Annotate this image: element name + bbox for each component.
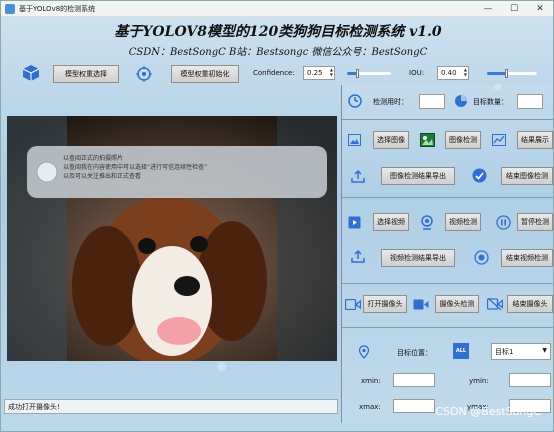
end-image-detect-button[interactable]: 结束图像检测 [501, 167, 553, 185]
detect-time-label: 检测用时： [373, 98, 408, 106]
status-message: 成功打开摄像头! [8, 402, 60, 411]
video-detect-button[interactable]: 视频检测 [445, 213, 481, 231]
ymin-field [509, 373, 551, 387]
iou-value: 0.40 [441, 69, 457, 77]
open-camera-button[interactable]: 打开摄像头 [363, 295, 407, 313]
end-camera-button[interactable]: 结束摄像头 [507, 295, 553, 313]
page-title: 基于YOLOV8模型的120类狗狗目标检测系统 v1.0 [114, 24, 442, 40]
slider-track [358, 72, 391, 75]
pie-chart-icon [453, 93, 469, 109]
title-bar: 基于YOLOv8的检测系统 — ☐ ✕ [1, 1, 553, 17]
overlay-line: 以查阅正式的拍摄照片 [63, 155, 124, 162]
camera-detect-button[interactable]: 摄像头检测 [435, 295, 479, 313]
target-count-field [517, 94, 543, 109]
xmin-label: xmin: [361, 377, 381, 385]
camera-icon [413, 297, 429, 311]
clock-icon [347, 93, 363, 109]
video-file-icon [347, 215, 361, 229]
confidence-spinbox[interactable]: 0.25 ▲ ▼ [303, 66, 335, 80]
slider-handle[interactable] [505, 69, 508, 78]
minimize-button[interactable]: — [475, 1, 501, 17]
camera-off-icon [487, 297, 503, 311]
status-bar: 成功打开摄像头! [4, 399, 338, 414]
overlay-line: 以及可以关注推出和正式查看 [63, 173, 142, 180]
xmin-field [393, 373, 435, 387]
window-controls: — ☐ ✕ [475, 1, 553, 17]
video-overlay-text: 以查阅正式的拍摄照片 以查阅我在内容使用中可以选择“进行可信连续性检查” 以及可… [63, 154, 207, 181]
webcam-icon [419, 214, 435, 230]
pause-detect-button[interactable]: 暂停检测 [517, 213, 553, 231]
slider-handle[interactable] [356, 69, 359, 78]
spin-arrows-icon[interactable]: ▲ ▼ [330, 67, 333, 77]
upload-icon [351, 249, 365, 263]
iou-label: IOU: [409, 69, 425, 77]
upload-icon [351, 169, 365, 183]
select-video-button[interactable]: 选择视频 [373, 213, 409, 231]
select-weights-button[interactable]: 模型权重选择 [53, 65, 119, 83]
xmax-field [393, 399, 435, 413]
divider [342, 119, 553, 120]
target-select-value: 目标1 [495, 347, 514, 356]
image-icon [347, 133, 361, 147]
confidence-value: 0.25 [307, 69, 323, 77]
iou-slider[interactable] [487, 69, 537, 78]
window-title: 基于YOLOv8的检测系统 [19, 4, 96, 13]
divider [342, 197, 553, 198]
chevron-down-icon[interactable]: ▼ [542, 347, 547, 354]
image-detect-icon [419, 132, 435, 148]
select-image-button[interactable]: 选择图像 [373, 131, 409, 149]
line-chart-icon [491, 132, 507, 148]
app-icon [5, 3, 15, 14]
stop-icon [473, 249, 489, 265]
image-detect-button[interactable]: 图像检测 [445, 131, 481, 149]
cube-icon[interactable] [21, 63, 41, 83]
spin-arrows-icon[interactable]: ▲ ▼ [464, 67, 467, 77]
close-button[interactable]: ✕ [527, 1, 553, 17]
export-image-results-button[interactable]: 图像检测结果导出 [381, 167, 455, 185]
confidence-label: Confidence: [253, 69, 295, 77]
detect-time-field [419, 94, 445, 109]
page-subtitle: CSDN：BestSongC B站：Bestsongc 微信公众号：BestSo… [128, 47, 428, 58]
target-position-label: 目标位置： [397, 349, 432, 357]
export-video-results-button[interactable]: 视频检测结果导出 [381, 249, 455, 267]
overlay-line: 以查阅我在内容使用中可以选择“进行可信连续性检查” [63, 164, 208, 171]
iou-spinbox[interactable]: 0.40 ▲ ▼ [437, 66, 469, 80]
target-select[interactable]: 目标1 ▼ [491, 343, 551, 360]
divider [342, 283, 553, 284]
maximize-button[interactable]: ☐ [501, 1, 527, 17]
target-icon[interactable] [135, 65, 153, 83]
confidence-slider[interactable] [347, 69, 391, 78]
target-count-label: 目标数量： [473, 98, 508, 106]
show-results-button[interactable]: 结果展示 [517, 131, 553, 149]
watermark: CSDN @BestSongC [435, 405, 541, 418]
ymin-label: ymin: [469, 377, 489, 385]
end-video-detect-button[interactable]: 结束视频检测 [501, 249, 553, 267]
init-weights-button[interactable]: 模型权重初始化 [171, 65, 239, 83]
location-pin-icon [357, 345, 371, 359]
pause-icon [495, 214, 511, 230]
slider-track [507, 72, 537, 75]
xmax-label: xmax: [359, 403, 381, 411]
camera-view: 以查阅正式的拍摄照片 以查阅我在内容使用中可以选择“进行可信连续性检查” 以及可… [7, 116, 337, 361]
all-icon: ALL [453, 343, 469, 359]
main-window: 基于YOLOv8的检测系统 — ☐ ✕ 基于YOLOV8模型的120类狗狗目标检… [0, 0, 554, 432]
check-circle-icon [471, 167, 487, 183]
camera-frame-image [7, 116, 337, 361]
video-camera-icon [345, 297, 361, 311]
divider [342, 327, 553, 328]
